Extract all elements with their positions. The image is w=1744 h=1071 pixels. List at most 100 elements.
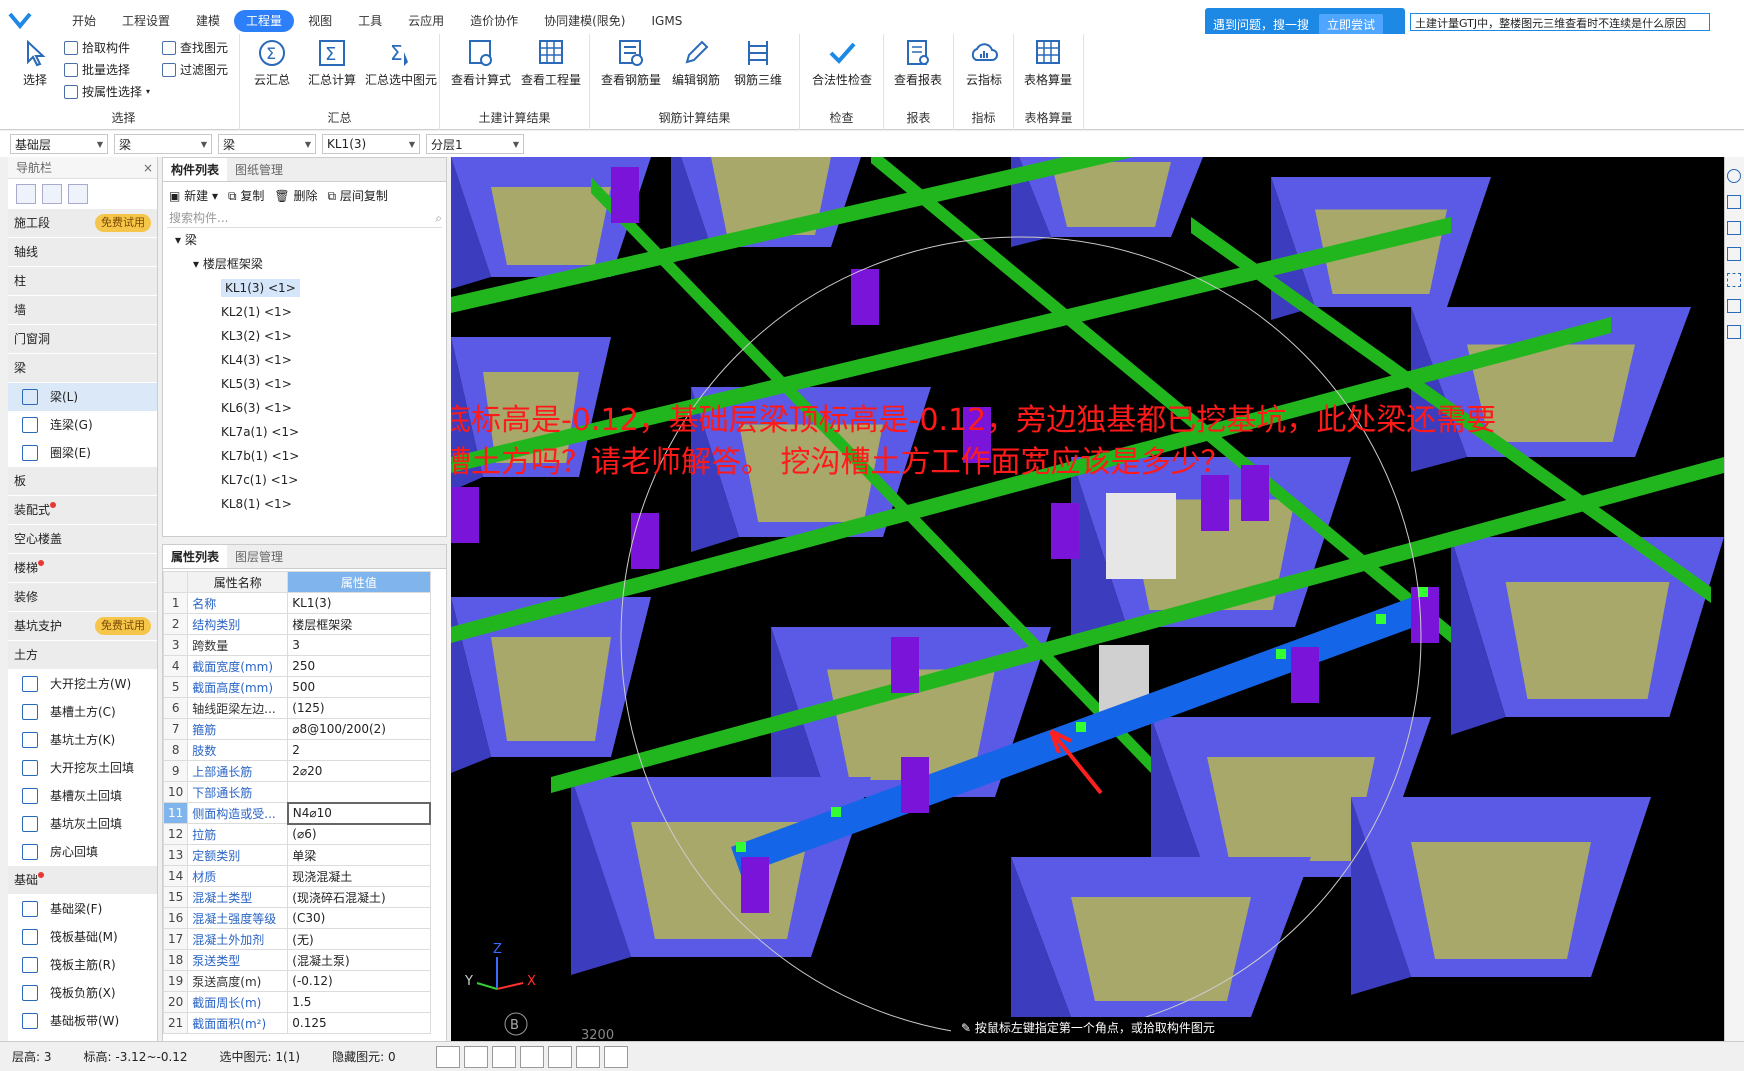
property-row[interactable]: 14 材质 现浇混凝土 [162,865,431,887]
menu-item[interactable]: 工程设置 [110,10,182,32]
properties-icon[interactable] [1727,325,1741,339]
property-value[interactable] [287,781,431,803]
pit-bottom[interactable] [1505,582,1670,699]
pit-bottom[interactable] [1207,757,1375,861]
component-item[interactable]: KL3(2) <1> [163,324,446,348]
component-select[interactable]: KL1(3) ▼ [322,134,420,154]
edit-rebar-button[interactable]: 编辑钢筋 [664,38,728,88]
nav-sub-item[interactable]: 基础板带(W) [8,1007,157,1035]
3d-scene[interactable]: Z X Y B 3200 [451,157,1724,1041]
property-value[interactable]: (⌀6) [287,823,431,845]
nav-category[interactable]: 门窗洞 [8,325,157,353]
floor-select[interactable]: 基础层 ▼ [10,134,108,154]
nav-category[interactable]: 楼梯 [8,554,157,582]
nav-sub-item[interactable]: 房心回填 [8,838,157,866]
menu-item[interactable]: 开始 [60,10,108,32]
nav-category[interactable]: 板 [8,467,157,495]
property-row[interactable]: 6 轴线距梁左边... (125) [162,697,431,719]
tab-property-list[interactable]: 属性列表 [163,545,228,568]
property-value[interactable]: 楼层框架梁 [287,613,431,635]
tab-layer-manage[interactable]: 图层管理 [227,545,291,568]
property-value[interactable]: (现浇碎石混凝土) [287,886,431,908]
cross-icon[interactable] [491,1045,516,1068]
property-row[interactable]: 21 截面面积(m²) 0.125 [162,1012,431,1034]
property-value[interactable]: 2⌀20 [287,760,431,782]
pick-component-button[interactable]: 拾取构件 [64,38,130,58]
property-value[interactable]: 0.125 [287,1012,431,1034]
property-row[interactable]: 16 混凝土强度等级 (C30) [162,907,431,929]
property-row[interactable]: 1 名称 KL1(3) [162,592,431,614]
beam-grip-point[interactable] [1418,587,1428,597]
dynamic-input-icon[interactable] [575,1045,600,1068]
property-row[interactable]: 9 上部通长筋 2⌀20 [162,760,431,782]
property-value[interactable]: ⌀8@100/200(2) [287,718,431,740]
column[interactable] [451,487,479,543]
angle-icon[interactable] [519,1045,544,1068]
nav-sub-item[interactable]: 基坑土方(K) [8,726,157,754]
nav-category[interactable]: 装修 [8,583,157,611]
offset-icon[interactable] [547,1045,572,1068]
column[interactable] [851,269,879,325]
beam-grip-point[interactable] [736,842,746,852]
nav-sub-item[interactable]: 梁(L) [8,383,157,411]
column[interactable] [901,757,929,813]
nav-category[interactable]: 基础 [8,866,157,894]
property-value[interactable]: 250 [287,655,431,677]
fit-view-icon[interactable] [1727,273,1741,287]
property-row[interactable]: 15 混凝土类型 (现浇碎石混凝土) [162,886,431,908]
component-item[interactable]: KL8(1) <1> [163,492,446,516]
menu-item[interactable]: 云应用 [396,10,456,32]
wall-element[interactable] [1106,493,1176,579]
orthogonal-icon[interactable] [435,1045,460,1068]
column[interactable] [611,167,639,223]
detail-view-icon[interactable] [68,184,88,204]
component-item[interactable]: KL1(3) <1> [163,276,446,300]
nav-sub-item[interactable]: 大开挖灰土回填 [8,754,157,782]
property-value[interactable]: 2 [287,739,431,761]
property-row[interactable]: 13 定额类别 单梁 [162,844,431,866]
property-value[interactable]: (125) [287,697,431,719]
nav-category[interactable]: 空心楼盖 [8,525,157,553]
property-value[interactable]: (C30) [287,907,431,929]
cloud-summary-button[interactable]: Σ 云汇总 [240,38,304,88]
tree-root[interactable]: ▾ 梁 [163,228,446,252]
cube-icon[interactable] [1727,247,1741,261]
try-now-button[interactable]: 立即尝试 [1319,13,1384,35]
menu-item[interactable]: IGMS [640,10,695,32]
component-item[interactable]: KL7a(1) <1> [163,420,446,444]
property-value[interactable]: 单梁 [287,844,431,866]
view-formula-button[interactable]: 查看计算式 [446,38,516,88]
nav-sub-item[interactable]: 筏板主筋(R) [8,951,157,979]
column[interactable] [1241,465,1269,521]
list-view-icon[interactable] [42,184,62,204]
nav-category[interactable]: 轴线 [8,238,157,266]
pit-bottom[interactable] [491,637,611,741]
property-row[interactable]: 20 截面周长(m) 1.5 [162,991,431,1013]
3d-viewport[interactable]: Z X Y B 3200 一层底标高是-0.12，基础层梁顶标高是-0.12，旁边独基都… [451,157,1724,1041]
property-row[interactable]: 7 箍筋 ⌀8@100/200(2) [162,718,431,740]
summary-calc-button[interactable]: Σ 汇总计算 [300,38,364,88]
pit-bottom[interactable] [1051,162,1171,227]
property-row[interactable]: 10 下部通长筋 [162,781,431,803]
nav-category[interactable]: 基坑支护 免费试用 [8,612,157,640]
question-input[interactable]: 土建计量GTJ中，整楼图元三维查看时不连续是什么原因 [1410,13,1710,31]
close-icon[interactable]: × [143,157,153,179]
beam-grip-point[interactable] [1076,722,1086,732]
select-button[interactable]: 选择 [10,38,60,88]
layer-select[interactable]: 分层1 ▼ [426,134,524,154]
nav-category[interactable]: 装配式 [8,496,157,524]
column[interactable] [1051,503,1079,559]
pin-icon[interactable] [16,184,36,204]
component-item[interactable]: KL5(3) <1> [163,372,446,396]
menu-item[interactable]: 视图 [296,10,344,32]
free-trial-badge[interactable]: 免费试用 [95,617,151,635]
nav-sub-item[interactable]: 基槽灰土回填 [8,782,157,810]
component-item[interactable]: KL7b(1) <1> [163,444,446,468]
menu-item[interactable]: 工具 [346,10,394,32]
column[interactable] [1291,647,1319,703]
column[interactable] [1201,475,1229,531]
nav-sub-item[interactable]: 基础梁(F) [8,895,157,923]
nav-sub-item[interactable]: 筏板基础(M) [8,923,157,951]
property-value[interactable]: 500 [287,676,431,698]
table-calc-button[interactable]: 表格算量 [1016,38,1080,88]
